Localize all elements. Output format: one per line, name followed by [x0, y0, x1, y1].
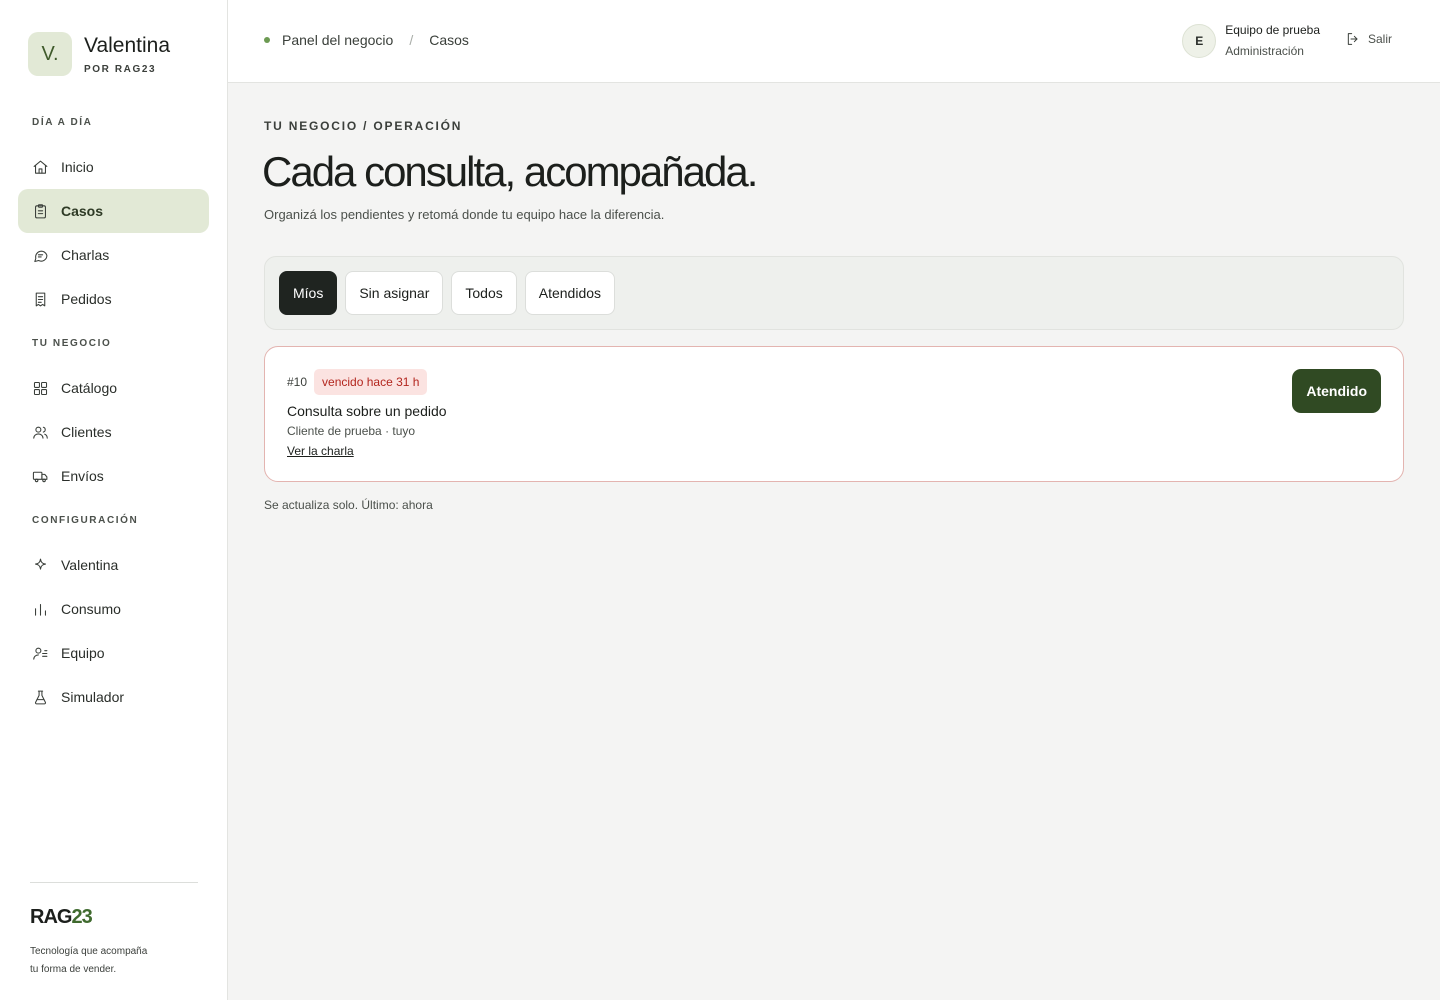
sidebar-item-label: Pedidos	[61, 291, 112, 307]
sidebar-item-pedidos[interactable]: Pedidos	[18, 277, 209, 321]
status-dot	[264, 37, 270, 43]
sidebar: V. Valentina POR RAG23 DÍA A DÍA Inicio …	[0, 0, 228, 1000]
nav-heading: DÍA A DÍA	[32, 117, 93, 128]
flask-icon	[34, 690, 47, 704]
filter-tabs-bar: Míos Sin asignar Todos Atendidos	[264, 256, 1404, 330]
sidebar-item-consumo[interactable]: Consumo	[18, 587, 209, 631]
nav-heading: CONFIGURACIÓN	[32, 515, 139, 526]
tab-mios[interactable]: Míos	[279, 271, 338, 315]
logout-button[interactable]: Salir	[1345, 31, 1392, 47]
breadcrumb-separator: /	[409, 32, 414, 48]
footer-logo: RAG23	[30, 906, 93, 928]
page-title: Cada consulta, acompañada.	[262, 148, 758, 195]
sparkle-icon	[35, 558, 46, 570]
users-icon	[33, 426, 48, 439]
nav-section-configuracion: CONFIGURACIÓN Valentina Consumo Equipo S…	[18, 515, 209, 719]
sidebar-item-label: Consumo	[61, 601, 121, 617]
sidebar-item-envios[interactable]: Envíos	[18, 454, 209, 498]
logout-icon	[1347, 33, 1358, 45]
view-chat-link[interactable]: Ver la charla	[287, 444, 354, 458]
brand-name: Valentina	[84, 33, 171, 57]
sidebar-item-valentina[interactable]: Valentina	[18, 543, 209, 587]
overdue-badge: vencido hace 31 h	[314, 369, 428, 395]
brand-mark: V.	[28, 32, 72, 76]
tab-sin-asignar[interactable]: Sin asignar	[345, 271, 444, 315]
nav-section-dia-a-dia: DÍA A DÍA Inicio Casos Charlas Pedidos	[18, 117, 209, 321]
receipt-icon	[35, 292, 46, 306]
sidebar-item-label: Valentina	[61, 557, 119, 573]
top-bar: Panel del negocio / Casos E Equipo de pr…	[228, 0, 1440, 83]
sidebar-item-label: Simulador	[61, 689, 125, 705]
user-role: Administración	[1225, 44, 1304, 58]
sidebar-item-equipo[interactable]: Equipo	[18, 631, 209, 675]
bar-chart-icon	[35, 603, 46, 616]
case-meta: Cliente de prueba · tuyo	[287, 424, 416, 438]
mark-attended-button[interactable]: Atendido	[1292, 369, 1381, 413]
sidebar-item-simulador[interactable]: Simulador	[18, 675, 209, 719]
sidebar-item-charlas[interactable]: Charlas	[18, 233, 209, 277]
sidebar-item-label: Envíos	[61, 468, 104, 484]
case-title: Consulta sobre un pedido	[287, 403, 447, 419]
brand[interactable]: V. Valentina POR RAG23	[28, 32, 170, 76]
home-icon	[33, 160, 48, 174]
breadcrumb: Panel del negocio / Casos	[264, 32, 469, 48]
sidebar-item-label: Catálogo	[61, 380, 118, 396]
sidebar-item-casos[interactable]: Casos	[18, 189, 209, 233]
sidebar-item-label: Inicio	[61, 159, 94, 175]
refresh-status: Se actualiza solo. Último: ahora	[264, 498, 433, 512]
sidebar-item-label: Equipo	[61, 645, 105, 661]
sidebar-divider	[30, 882, 198, 883]
breadcrumb-item-panel[interactable]: Panel del negocio	[282, 32, 393, 48]
user-menu[interactable]: E Equipo de prueba Administración	[1182, 22, 1320, 59]
sidebar-item-label: Casos	[61, 203, 104, 219]
sidebar-item-label: Clientes	[61, 424, 112, 440]
sidebar-item-clientes[interactable]: Clientes	[18, 410, 209, 454]
page-eyebrow: TU NEGOCIO / OPERACIÓN	[264, 119, 463, 133]
avatar: E	[1182, 23, 1217, 58]
case-card: #10 vencido hace 31 h Consulta sobre un …	[264, 346, 1404, 482]
sidebar-item-catalogo[interactable]: Catálogo	[18, 366, 209, 410]
tab-atendidos[interactable]: Atendidos	[524, 271, 616, 315]
user-list-icon	[33, 647, 48, 660]
breadcrumb-item-casos: Casos	[429, 32, 469, 48]
logout-label: Salir	[1367, 32, 1392, 46]
sidebar-item-label: Charlas	[61, 247, 110, 263]
chat-bubble-icon	[34, 250, 48, 262]
grid-icon	[33, 381, 48, 395]
brand-subtitle: POR RAG23	[84, 63, 157, 75]
footer-tagline: Tecnología que acompaña tu forma de vend…	[30, 946, 148, 975]
sidebar-item-inicio[interactable]: Inicio	[18, 145, 209, 189]
user-name: Equipo de prueba	[1225, 23, 1320, 37]
page-subtitle: Organizá los pendientes y retomá donde t…	[264, 207, 665, 222]
case-number: #10	[287, 375, 308, 389]
tab-todos[interactable]: Todos	[451, 271, 517, 315]
nav-section-tu-negocio: TU NEGOCIO Catálogo Clientes Envíos	[18, 338, 209, 498]
clipboard-icon	[35, 203, 46, 218]
nav-heading: TU NEGOCIO	[32, 338, 112, 349]
truck-icon	[32, 471, 48, 482]
